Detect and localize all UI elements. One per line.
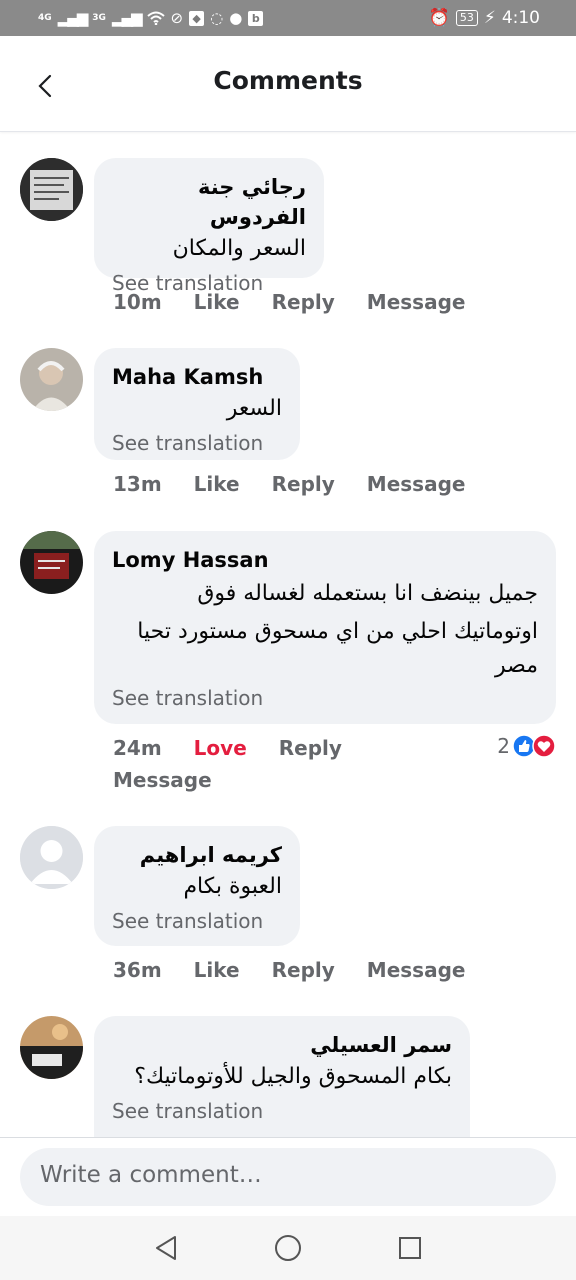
comment-text-line: جميل بينضف انا بستعمله لغساله فوق — [197, 581, 538, 606]
comment-bubble[interactable]: رجائي جنة الفردوس السعر والمكان See tran… — [94, 158, 324, 295]
commenter-name[interactable]: كريمه ابراهيم — [112, 840, 282, 870]
comment-input[interactable]: Write a comment… — [20, 1148, 556, 1206]
default-avatar-icon — [20, 826, 83, 889]
comment-text: السعر — [226, 396, 282, 421]
status-bar: 4G ▂▄▆ 3G ▂▄▆ ⊘ ◆ ◌ ● b ⏰ 53 ⚡ 4:10 — [0, 0, 576, 36]
app-notification-icon: ◆ — [189, 10, 205, 26]
nav-recents-button[interactable] — [394, 1232, 426, 1264]
comment-actions: 13m Like Reply Message — [113, 472, 497, 496]
signal-3g-label: 3G — [92, 13, 106, 23]
messenger-icon: ● — [229, 9, 243, 27]
system-nav-bar — [0, 1216, 576, 1280]
comment-bubble[interactable]: كريمه ابراهيم العبوة بكام See translatio… — [94, 826, 300, 946]
comment-bubble[interactable]: Lomy Hassan جميل بينضف انا بستعمله لغسال… — [94, 531, 556, 724]
alarm-icon: ⏰ — [428, 8, 450, 28]
love-button[interactable]: Love — [194, 736, 247, 760]
comment-text: بكام المسحوق والجيل للأوتوماتيك؟ — [134, 1064, 452, 1089]
charging-icon: ⚡ — [483, 8, 496, 28]
comment-time: 36m — [113, 958, 162, 982]
comment-text: السعر والمكان — [172, 236, 306, 261]
comment-text-line: اوتوماتيك احلي من اي مسحوق مستورد تحيا — [137, 619, 538, 644]
wifi-icon — [146, 11, 165, 25]
commenter-name[interactable]: رجائي جنة الفردوس — [112, 172, 306, 232]
comment-bubble[interactable]: Maha Kamsh السعر See translation — [94, 348, 300, 460]
b-app-icon: b — [248, 10, 264, 26]
comment-text-line: مصر — [494, 653, 538, 678]
status-right: ⏰ 53 ⚡ 4:10 — [429, 8, 540, 28]
commenter-name[interactable]: سمر العسيلي — [112, 1030, 452, 1060]
commenter-name[interactable]: Maha Kamsh — [112, 362, 282, 392]
see-translation-link[interactable]: See translation — [112, 1096, 452, 1126]
triangle-back-icon — [156, 1236, 176, 1260]
see-translation-link[interactable]: See translation — [112, 906, 282, 936]
app-header: Comments — [0, 36, 576, 132]
signal-4g-label: 4G — [38, 13, 52, 23]
comment-text: العبوة بكام — [183, 874, 282, 899]
avatar[interactable] — [20, 826, 83, 889]
reaction-count: 2 — [497, 734, 510, 758]
composer-divider — [0, 1137, 576, 1138]
message-button[interactable]: Message — [367, 958, 466, 982]
avatar[interactable] — [20, 348, 83, 411]
reply-button[interactable]: Reply — [272, 472, 335, 496]
like-button[interactable]: Like — [194, 958, 240, 982]
square-recents-icon — [399, 1237, 421, 1259]
reply-button[interactable]: Reply — [279, 736, 342, 760]
comment-actions: 24m Love Reply Message — [113, 736, 413, 792]
avatar[interactable] — [20, 158, 83, 221]
avatar[interactable] — [20, 1016, 83, 1079]
no-sim-icon: ⊘ — [170, 9, 184, 27]
reaction-summary[interactable]: 2 — [497, 734, 556, 758]
page-title: Comments — [213, 66, 363, 95]
clock-time: 4:10 — [501, 8, 540, 28]
message-button[interactable]: Message — [113, 768, 212, 792]
like-button[interactable]: Like — [194, 472, 240, 496]
circle-home-icon — [275, 1235, 301, 1261]
commenter-name[interactable]: Lomy Hassan — [112, 545, 538, 575]
comment-time: 13m — [113, 472, 162, 496]
avatar[interactable] — [20, 531, 83, 594]
see-translation-link[interactable]: See translation — [112, 428, 282, 458]
reply-button[interactable]: Reply — [272, 290, 335, 314]
nav-back-button[interactable] — [150, 1232, 182, 1264]
comment-time: 10m — [113, 290, 162, 314]
love-reaction-icon — [532, 734, 556, 758]
signal-bars-icon: ▂▄▆ — [57, 9, 89, 27]
comment-actions: 10m Like Reply Message — [113, 290, 497, 314]
see-translation-link[interactable]: See translation — [112, 683, 538, 713]
message-button[interactable]: Message — [367, 290, 466, 314]
signal-bars-icon: ▂▄▆ — [111, 9, 143, 27]
nav-home-button[interactable] — [272, 1232, 304, 1264]
reply-button[interactable]: Reply — [272, 958, 335, 982]
status-left: 4G ▂▄▆ 3G ▂▄▆ ⊘ ◆ ◌ ● b — [38, 9, 264, 27]
battery-level: 53 — [455, 10, 478, 26]
message-button[interactable]: Message — [367, 472, 466, 496]
whatsapp-icon: ◌ — [210, 9, 224, 27]
comment-actions: 36m Like Reply Message — [113, 958, 497, 982]
like-button[interactable]: Like — [194, 290, 240, 314]
comment-time: 24m — [113, 736, 162, 760]
comment-bubble[interactable]: سمر العسيلي بكام المسحوق والجيل للأوتوما… — [94, 1016, 470, 1137]
